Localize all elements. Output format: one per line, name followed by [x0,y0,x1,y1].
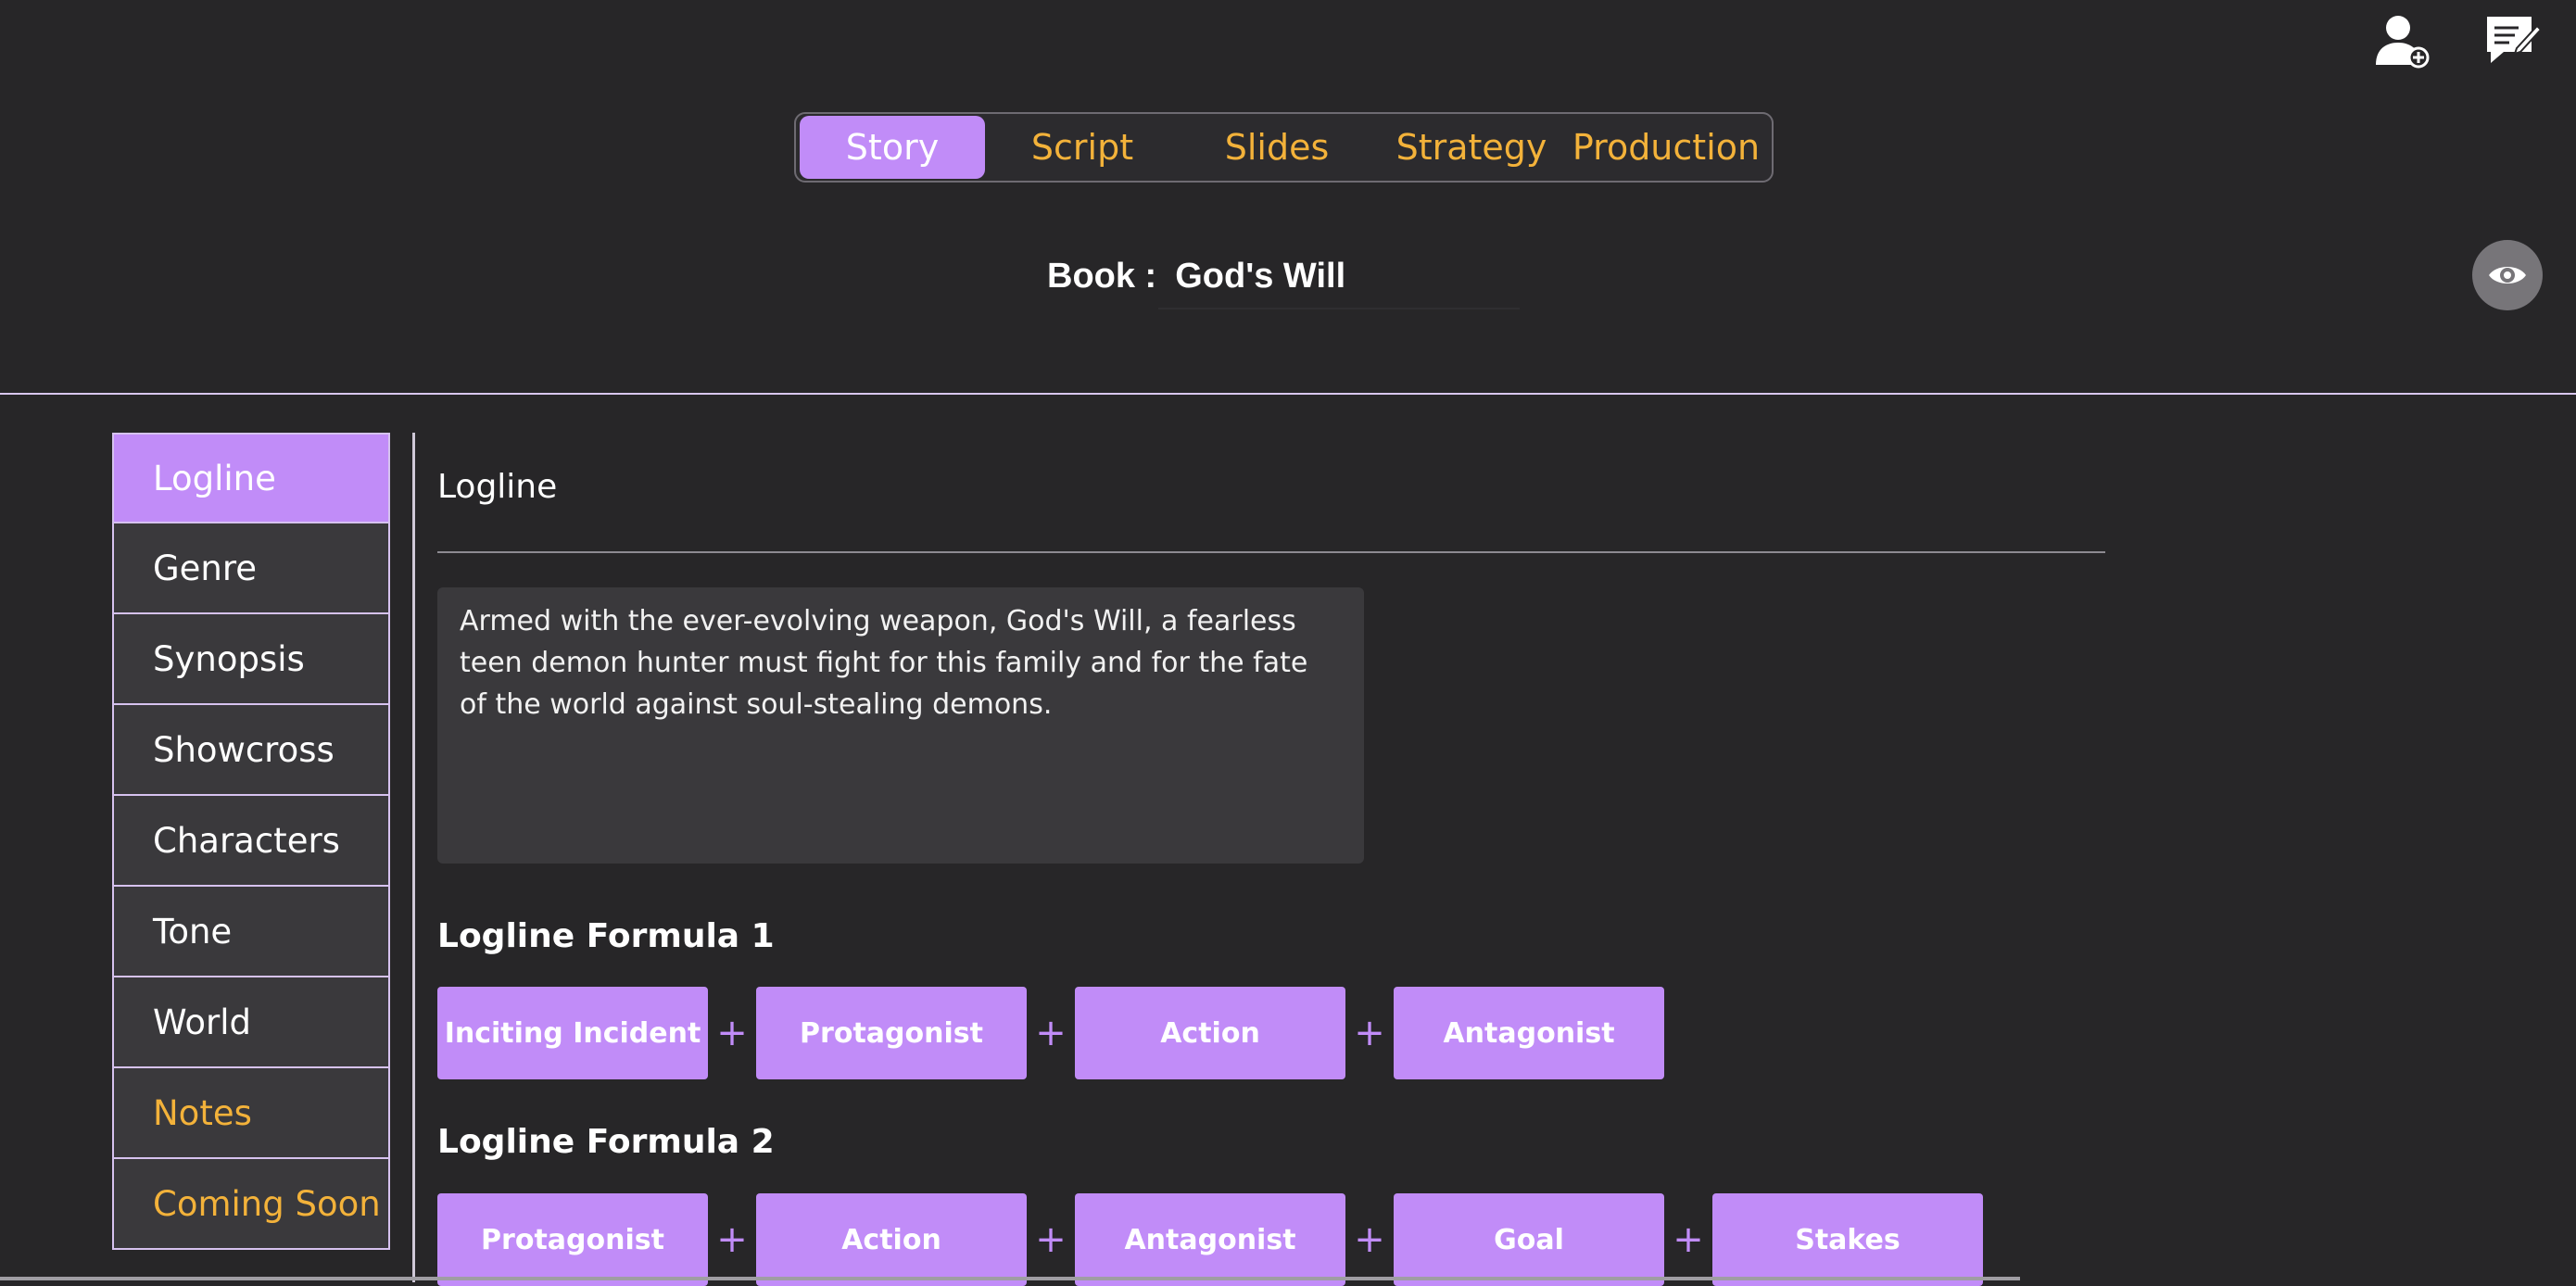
sidebar-item-characters[interactable]: Characters [112,796,390,887]
horizontal-scrollbar[interactable] [0,1277,2020,1280]
sidebar-item-coming-soon[interactable]: Coming Soon [112,1159,390,1250]
formula1-title: Logline Formula 1 [437,917,775,955]
sidebar-item-genre[interactable]: Genre [112,523,390,614]
formula1-part[interactable]: Antagonist [1394,987,1664,1079]
formula2-title: Logline Formula 2 [437,1123,775,1161]
preview-button[interactable] [2472,240,2543,310]
section-title: Logline [437,468,558,506]
formula2-part[interactable]: Action [756,1193,1027,1286]
formula2-row: Protagonist + Action + Antagonist + Goal… [437,1193,1983,1286]
sidebar-item-synopsis[interactable]: Synopsis [112,614,390,705]
formula1-row: Inciting Incident + Protagonist + Action… [437,987,1664,1079]
sidebar-item-logline[interactable]: Logline [112,433,390,523]
formula1-part[interactable]: Action [1075,987,1345,1079]
tab-slides[interactable]: Slides [1180,116,1374,179]
story-sidebar: Logline Genre Synopsis Showcross Charact… [112,433,390,1250]
formula1-part[interactable]: Protagonist [756,987,1027,1079]
sidebar-item-showcross[interactable]: Showcross [112,705,390,796]
tab-script[interactable]: Script [985,116,1180,179]
edit-notes-icon[interactable] [2483,11,2543,70]
plus-icon: + [1354,1218,1385,1261]
book-title-underline [1158,308,1520,309]
sidebar-item-world[interactable]: World [112,977,390,1068]
plus-icon: + [1035,1012,1067,1054]
plus-icon: + [1035,1218,1067,1261]
sidebar-divider [412,433,415,1282]
formula2-part[interactable]: Stakes [1712,1193,1983,1286]
formula2-part[interactable]: Protagonist [437,1193,708,1286]
tab-production[interactable]: Production [1569,116,1763,179]
tab-story[interactable]: Story [800,116,985,179]
formula2-part[interactable]: Antagonist [1075,1193,1345,1286]
main-tab-bar: Story Script Slides Strategy Production [794,112,1774,183]
plus-icon: + [716,1218,748,1261]
sidebar-item-tone[interactable]: Tone [112,887,390,977]
book-label: Book : [1047,256,1157,296]
book-title[interactable]: God's Will [1175,257,1345,296]
plus-icon: + [716,1012,748,1054]
section-rule [437,551,2105,553]
tab-strategy[interactable]: Strategy [1374,116,1569,179]
plus-icon: + [1354,1012,1385,1054]
logline-textarea[interactable]: Armed with the ever-evolving weapon, God… [437,587,1364,864]
formula1-part[interactable]: Inciting Incident [437,987,708,1079]
eye-icon [2489,267,2526,284]
header-divider [0,393,2576,395]
plus-icon: + [1673,1218,1704,1261]
add-user-icon[interactable] [2372,11,2431,70]
book-title-row: Book : God's Will [1047,248,1345,304]
formula2-part[interactable]: Goal [1394,1193,1664,1286]
sidebar-item-notes[interactable]: Notes [112,1068,390,1159]
